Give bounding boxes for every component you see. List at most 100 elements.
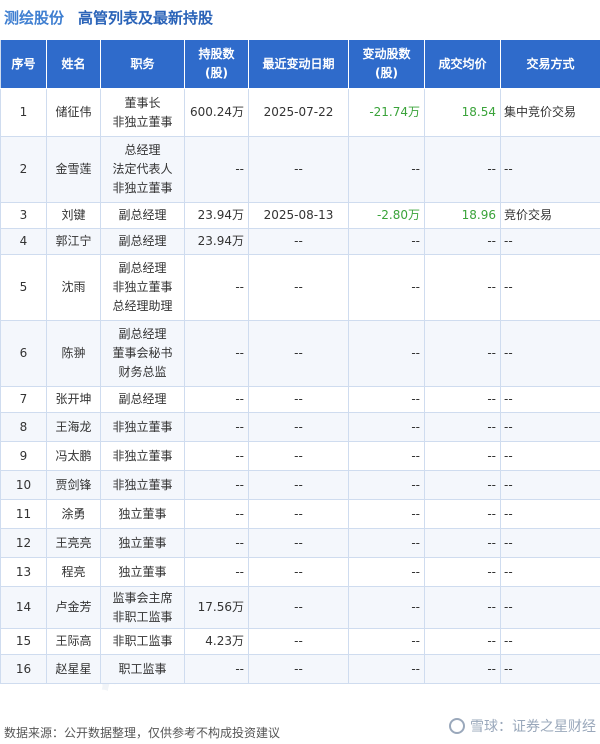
table-row: 2 金雪莲 总经理 法定代表人 非独立董事 -- -- -- -- -- [0, 136, 600, 203]
role-line: 财务总监 [118, 365, 167, 379]
column-header: 姓名 [46, 40, 101, 89]
table-row: 12 王亮亮 独立董事 -- -- -- -- -- [0, 528, 600, 558]
cell-change-shares: -- [348, 470, 425, 500]
cell-roles: 职工监事 [100, 654, 185, 684]
cell-name: 程亮 [46, 557, 101, 587]
cell-change-shares: -- [348, 528, 425, 558]
role-line: 总经理 [124, 143, 161, 157]
cell-shares: -- [184, 254, 249, 321]
table-row: 6 陈翀 副总经理 董事会秘书 财务总监 -- -- -- -- -- [0, 320, 600, 387]
cell-avg-price: -- [424, 412, 501, 442]
cell-trade-method: 竞价交易 [500, 202, 600, 229]
cell-change-shares: -- [348, 557, 425, 587]
cell-avg-price: 18.96 [424, 202, 501, 229]
cell-trade-method: -- [500, 136, 600, 203]
cell-change-shares: -- [348, 654, 425, 684]
cell-index: 5 [0, 254, 47, 321]
cell-index: 13 [0, 557, 47, 587]
table-row: 13 程亮 独立董事 -- -- -- -- -- [0, 557, 600, 587]
cell-change-date: -- [248, 441, 349, 471]
role-line: 非独立董事 [112, 477, 173, 492]
cell-name: 冯太鹏 [46, 441, 101, 471]
cell-change-date: -- [248, 412, 349, 442]
cell-name: 卢金芳 [46, 586, 101, 629]
cell-change-date: -- [248, 228, 349, 255]
cell-roles: 独立董事 [100, 528, 185, 558]
role-line: 非独立董事 [112, 280, 173, 294]
cell-name: 刘键 [46, 202, 101, 229]
table-row: 11 涂勇 独立董事 -- -- -- -- -- [0, 499, 600, 529]
cell-avg-price: -- [424, 499, 501, 529]
cell-index: 14 [0, 586, 47, 629]
cell-change-shares: -- [348, 136, 425, 203]
cell-shares: 23.94万 [184, 202, 249, 229]
cell-trade-method: -- [500, 654, 600, 684]
cell-name: 金雪莲 [46, 136, 101, 203]
role-line: 法定代表人 [112, 162, 173, 176]
cell-shares: -- [184, 528, 249, 558]
cell-name: 张开坤 [46, 386, 101, 413]
role-line: 非独立董事 [112, 448, 173, 463]
role-line: 独立董事 [118, 535, 167, 550]
cell-change-shares: -- [348, 441, 425, 471]
table-row: 14 卢金芳 监事会主席 非职工监事 17.56万 -- -- -- -- [0, 586, 600, 629]
cell-shares: -- [184, 136, 249, 203]
cell-change-date: -- [248, 386, 349, 413]
cell-trade-method: -- [500, 412, 600, 442]
cell-shares: -- [184, 320, 249, 387]
table-body: 1 储征伟 董事长 非独立董事 600.24万 2025-07-22 -21.74万 18.5… [0, 88, 600, 684]
cell-index: 9 [0, 441, 47, 471]
cell-trade-method: 集中竞价交易 [500, 88, 600, 137]
snowball-logo-icon [449, 718, 465, 734]
cell-change-date: -- [248, 136, 349, 203]
cell-trade-method: -- [500, 228, 600, 255]
column-header: 交易方式 [500, 40, 600, 89]
cell-avg-price: 18.54 [424, 88, 501, 137]
cell-avg-price: -- [424, 441, 501, 471]
cell-roles: 副总经理 [100, 202, 185, 229]
brand-text: 雪球：证券之星财经 [470, 719, 596, 735]
cell-change-date: -- [248, 499, 349, 529]
cell-shares: -- [184, 470, 249, 500]
table-row: 1 储征伟 董事长 非独立董事 600.24万 2025-07-22 -21.74万 18.5… [0, 88, 600, 137]
column-header: 成交均价 [424, 40, 501, 89]
cell-index: 1 [0, 88, 47, 137]
cell-shares: 17.56万 [184, 586, 249, 629]
table-row: 8 王海龙 非独立董事 -- -- -- -- -- [0, 412, 600, 442]
cell-roles: 独立董事 [100, 499, 185, 529]
role-line: 非独立董事 [112, 419, 173, 434]
cell-name: 沈雨 [46, 254, 101, 321]
cell-roles: 副总经理 非独立董事 总经理助理 [100, 254, 185, 321]
header-row: 序号 姓名 职务 持股数 (股) 最近变动日期 变动股数 (股) 成交均价 交易方式 [0, 40, 600, 89]
cell-change-date: -- [248, 557, 349, 587]
cell-index: 15 [0, 628, 47, 655]
cell-trade-method: -- [500, 557, 600, 587]
role-line: 董事长 [124, 95, 161, 110]
cell-avg-price: -- [424, 228, 501, 255]
cell-avg-price: -- [424, 654, 501, 684]
cell-trade-method: -- [500, 254, 600, 321]
cell-shares: -- [184, 441, 249, 471]
cell-avg-price: -- [424, 386, 501, 413]
role-line: 独立董事 [118, 506, 167, 521]
cell-shares: -- [184, 412, 249, 442]
cell-trade-method: -- [500, 499, 600, 529]
column-header: 持股数 (股) [184, 40, 249, 89]
cell-roles: 非独立董事 [100, 441, 185, 471]
cell-avg-price: -- [424, 254, 501, 321]
cell-avg-price: -- [424, 586, 501, 629]
cell-roles: 监事会主席 非职工监事 [100, 586, 185, 629]
page-title: 测绘股份 高管列表及最新持股 [4, 2, 213, 32]
cell-name: 贾剑锋 [46, 470, 101, 500]
executive-table: 序号 姓名 职务 持股数 (股) 最近变动日期 变动股数 (股) 成交均价 交易方式 1 储征伟… [0, 40, 600, 684]
cell-roles: 非独立董事 [100, 470, 185, 500]
cell-roles: 副总经理 [100, 386, 185, 413]
cell-change-shares: -- [348, 499, 425, 529]
cell-change-date: -- [248, 628, 349, 655]
cell-roles: 副总经理 [100, 228, 185, 255]
cell-change-date: 2025-07-22 [248, 88, 349, 137]
executive-table-container: 序号 姓名 职务 持股数 (股) 最近变动日期 变动股数 (股) 成交均价 交易方式 1 储征伟… [0, 40, 600, 684]
cell-index: 12 [0, 528, 47, 558]
cell-name: 涂勇 [46, 499, 101, 529]
cell-avg-price: -- [424, 557, 501, 587]
